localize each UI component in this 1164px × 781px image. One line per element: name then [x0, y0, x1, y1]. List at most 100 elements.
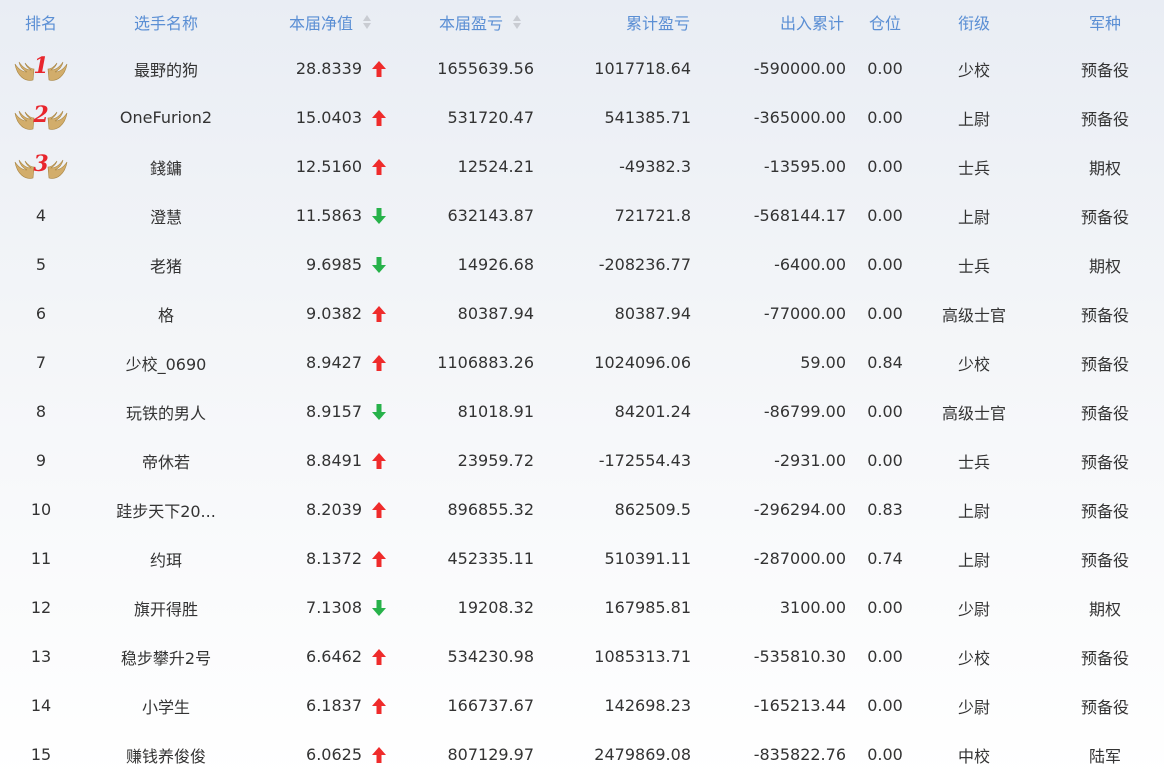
cumulative-pl: 142698.23 [604, 696, 691, 715]
position-ratio: 0.74 [867, 549, 903, 568]
sort-icon[interactable] [513, 15, 521, 29]
rank-number: 11 [30, 549, 52, 568]
military-rank: 上尉 [957, 501, 990, 521]
player-name[interactable]: 小学生 [92, 681, 240, 730]
cumulative-pl: 1024096.06 [594, 353, 691, 372]
table-row[interactable]: 13 稳步攀升2号 6.6462 534230.98 1085313.71 -535810… [0, 632, 1164, 681]
table-row[interactable]: 10 跬步天下20... 8.2039 896855.32 862509.5 -29629… [0, 485, 1164, 534]
cumulative-pl: -172554.43 [598, 451, 691, 470]
rank-number: 8 [35, 402, 47, 421]
position-ratio: 0.00 [867, 304, 903, 323]
rank-cell: 15 [0, 730, 82, 779]
player-name[interactable]: 澄慧 [92, 191, 240, 240]
service-branch: 预备役 [1080, 354, 1129, 374]
nav-value: 6.6462 [306, 647, 362, 666]
cumulative-pl: 721721.8 [614, 206, 691, 225]
military-rank: 上尉 [957, 109, 990, 129]
rank-cell: 2 [0, 93, 82, 142]
rank-number: 5 [35, 255, 47, 274]
cumulative-pl: -49382.3 [619, 157, 691, 176]
player-name[interactable]: 玩铁的男人 [92, 387, 240, 436]
current-pl: 531720.47 [447, 108, 534, 127]
table-row[interactable]: 11 约珥 8.1372 452335.11 510391.11 -287000.00 0.… [0, 534, 1164, 583]
table-row[interactable]: 15 赚钱养俊俊 6.0625 807129.97 2479869.08 -835822.… [0, 730, 1164, 779]
service-branch: 期权 [1088, 158, 1121, 178]
table-row[interactable]: 14 小学生 6.1837 166737.67 142698.23 -165213.44 0… [0, 681, 1164, 730]
military-rank: 上尉 [957, 207, 990, 227]
position-ratio: 0.00 [867, 206, 903, 225]
arrow-down-icon [366, 583, 392, 632]
current-pl: 1106883.26 [437, 353, 534, 372]
position-ratio: 0.84 [867, 353, 903, 372]
arrow-up-icon [366, 632, 392, 681]
table-row[interactable]: 1 最野的狗 28.8339 1655639.56 1017718.64 -590000.… [0, 44, 1164, 93]
military-rank: 少尉 [957, 697, 990, 717]
table-row[interactable]: 7 少校_0690 8.9427 1106883.26 1024096.06 59.00 0… [0, 338, 1164, 387]
position-ratio: 0.00 [867, 402, 903, 421]
player-name[interactable]: 约珥 [92, 534, 240, 583]
player-name[interactable]: 赚钱养俊俊 [92, 730, 240, 779]
nav-value: 8.2039 [306, 500, 362, 519]
nav-value: 8.9157 [306, 402, 362, 421]
position-ratio: 0.83 [867, 500, 903, 519]
player-name[interactable]: 老猪 [92, 240, 240, 289]
cumulative-pl: 862509.5 [614, 500, 691, 519]
arrow-up-icon [366, 44, 392, 93]
rank-cell: 4 [0, 191, 82, 240]
player-name[interactable]: 最野的狗 [92, 44, 240, 93]
player-name[interactable]: 跬步天下20... [92, 485, 240, 534]
cumulative-pl: 541385.71 [604, 108, 691, 127]
table-row[interactable]: 8 玩铁的男人 8.9157 81018.91 84201.24 -86799.00 0.0… [0, 387, 1164, 436]
header-cum-pl: 累计盈亏 [625, 14, 690, 33]
table-row[interactable]: 12 旗开得胜 7.1308 19208.32 167985.81 3100.00 0.00… [0, 583, 1164, 632]
player-name[interactable]: 格 [92, 289, 240, 338]
service-branch: 期权 [1088, 599, 1121, 619]
position-ratio: 0.00 [867, 745, 903, 764]
header-flow: 出入累计 [779, 14, 844, 33]
military-rank: 士兵 [957, 452, 990, 472]
cumulative-pl: 1085313.71 [594, 647, 691, 666]
cumulative-pl: 80387.94 [614, 304, 691, 323]
arrow-up-icon [366, 436, 392, 485]
table-row[interactable]: 4 澄慧 11.5863 632143.87 721721.8 -568144.17 0.0… [0, 191, 1164, 240]
service-branch: 期权 [1088, 256, 1121, 276]
player-name[interactable]: 少校_0690 [92, 338, 240, 387]
player-name[interactable]: 稳步攀升2号 [92, 632, 240, 681]
player-name[interactable]: 錢鏞 [92, 142, 240, 191]
leaderboard-table: 排名 选手名称 本届净值 本届盈亏 累计盈亏 出入累计 仓位 衔级 军种 1 最野… [0, 0, 1164, 781]
cumulative-flow: -590000.00 [753, 59, 846, 78]
table-row[interactable]: 3 錢鏞 12.5160 12524.21 -49382.3 -13595.00 0.00 士… [0, 142, 1164, 191]
rank-number: 13 [30, 647, 52, 666]
header-cur-pl-label: 本届盈亏 [438, 14, 503, 33]
player-name[interactable]: OneFurion2 [92, 93, 240, 142]
current-pl: 12524.21 [457, 157, 534, 176]
header-name: 选手名称 [133, 14, 198, 33]
arrow-up-icon [366, 534, 392, 583]
rank-cell: 9 [0, 436, 82, 485]
cumulative-flow: -6400.00 [774, 255, 846, 274]
table-row[interactable]: 9 帝休若 8.8491 23959.72 -172554.43 -2931.00 0.00… [0, 436, 1164, 485]
table-row[interactable]: 5 老猪 9.6985 14926.68 -208236.77 -6400.00 0.00 士… [0, 240, 1164, 289]
header-nav[interactable]: 本届净值 [270, 0, 390, 44]
table-row[interactable]: 2 OneFurion2 15.0403 531720.47 541385.71 -365… [0, 93, 1164, 142]
cumulative-pl: 167985.81 [604, 598, 691, 617]
header-title: 衔级 [957, 14, 990, 33]
cumulative-flow: -77000.00 [763, 304, 846, 323]
rank-number: 4 [35, 206, 47, 225]
position-ratio: 0.00 [867, 108, 903, 127]
nav-value: 6.0625 [306, 745, 362, 764]
player-name[interactable]: 帝休若 [92, 436, 240, 485]
header-cur-pl[interactable]: 本届盈亏 [420, 0, 540, 44]
rank-number: 12 [30, 598, 52, 617]
header-arm: 军种 [1088, 14, 1121, 33]
cumulative-flow: -13595.00 [763, 157, 846, 176]
service-branch: 预备役 [1080, 60, 1129, 80]
position-ratio: 0.00 [867, 157, 903, 176]
current-pl: 166737.67 [447, 696, 534, 715]
table-row[interactable]: 6 格 9.0382 80387.94 80387.94 -77000.00 0.00 高级士… [0, 289, 1164, 338]
sort-icon[interactable] [363, 15, 371, 29]
cumulative-pl: -208236.77 [598, 255, 691, 274]
arrow-up-icon [366, 338, 392, 387]
position-ratio: 0.00 [867, 598, 903, 617]
player-name[interactable]: 旗开得胜 [92, 583, 240, 632]
